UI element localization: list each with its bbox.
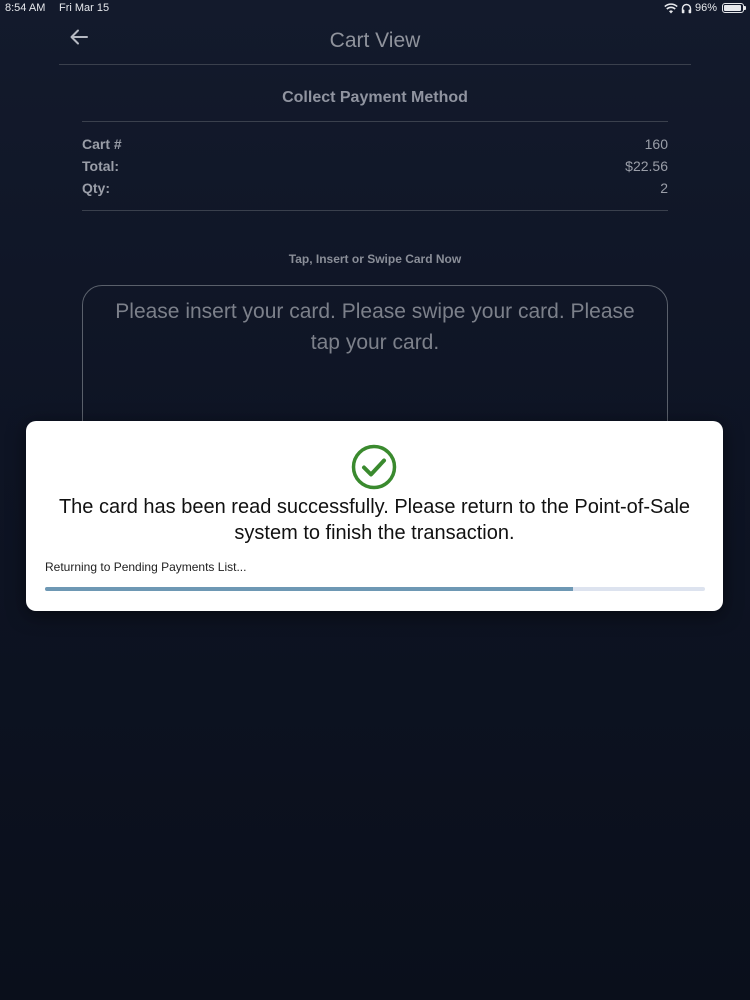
check-circle-icon <box>350 443 398 491</box>
summary-label: Qty: <box>82 180 110 196</box>
battery-icon <box>722 3 746 13</box>
status-bar: 8:54 AM Fri Mar 15 96% <box>0 0 750 18</box>
summary-value: $22.56 <box>625 158 668 174</box>
summary-row-quantity: Qty: 2 <box>82 180 668 200</box>
section-title: Collect Payment Method <box>282 89 468 106</box>
card-prompt: Please insert your card. Please swipe yo… <box>115 300 635 354</box>
progress-fill <box>45 587 573 591</box>
redirect-progress-bar <box>45 587 705 591</box>
summary-label: Cart # <box>82 136 122 152</box>
summary-row-cart-number: Cart # 160 <box>82 136 668 156</box>
battery-level <box>724 5 742 11</box>
page-title: Cart View <box>329 29 421 52</box>
status-date: Fri Mar 15 <box>59 2 110 14</box>
summary-value: 160 <box>644 136 668 152</box>
card-instruction: Tap, Insert or Swipe Card Now <box>288 252 462 266</box>
summary-label: Total: <box>82 158 120 174</box>
summary-divider <box>82 210 668 211</box>
wifi-icon <box>664 2 678 14</box>
battery-percent: 96% <box>694 2 717 14</box>
summary-value: 2 <box>660 180 668 196</box>
header-divider <box>59 64 691 65</box>
status-indicators: 96% <box>664 2 746 14</box>
success-message: The card has been read successfully. Ple… <box>58 496 691 544</box>
success-dialog: The card has been read successfully. Ple… <box>26 421 723 611</box>
redirect-status-text: Returning to Pending Payments List... <box>45 560 247 574</box>
summary-row-total: Total: $22.56 <box>82 158 668 178</box>
status-time: 8:54 AM <box>5 2 46 14</box>
headphones-icon <box>681 3 692 14</box>
section-divider <box>82 121 668 122</box>
